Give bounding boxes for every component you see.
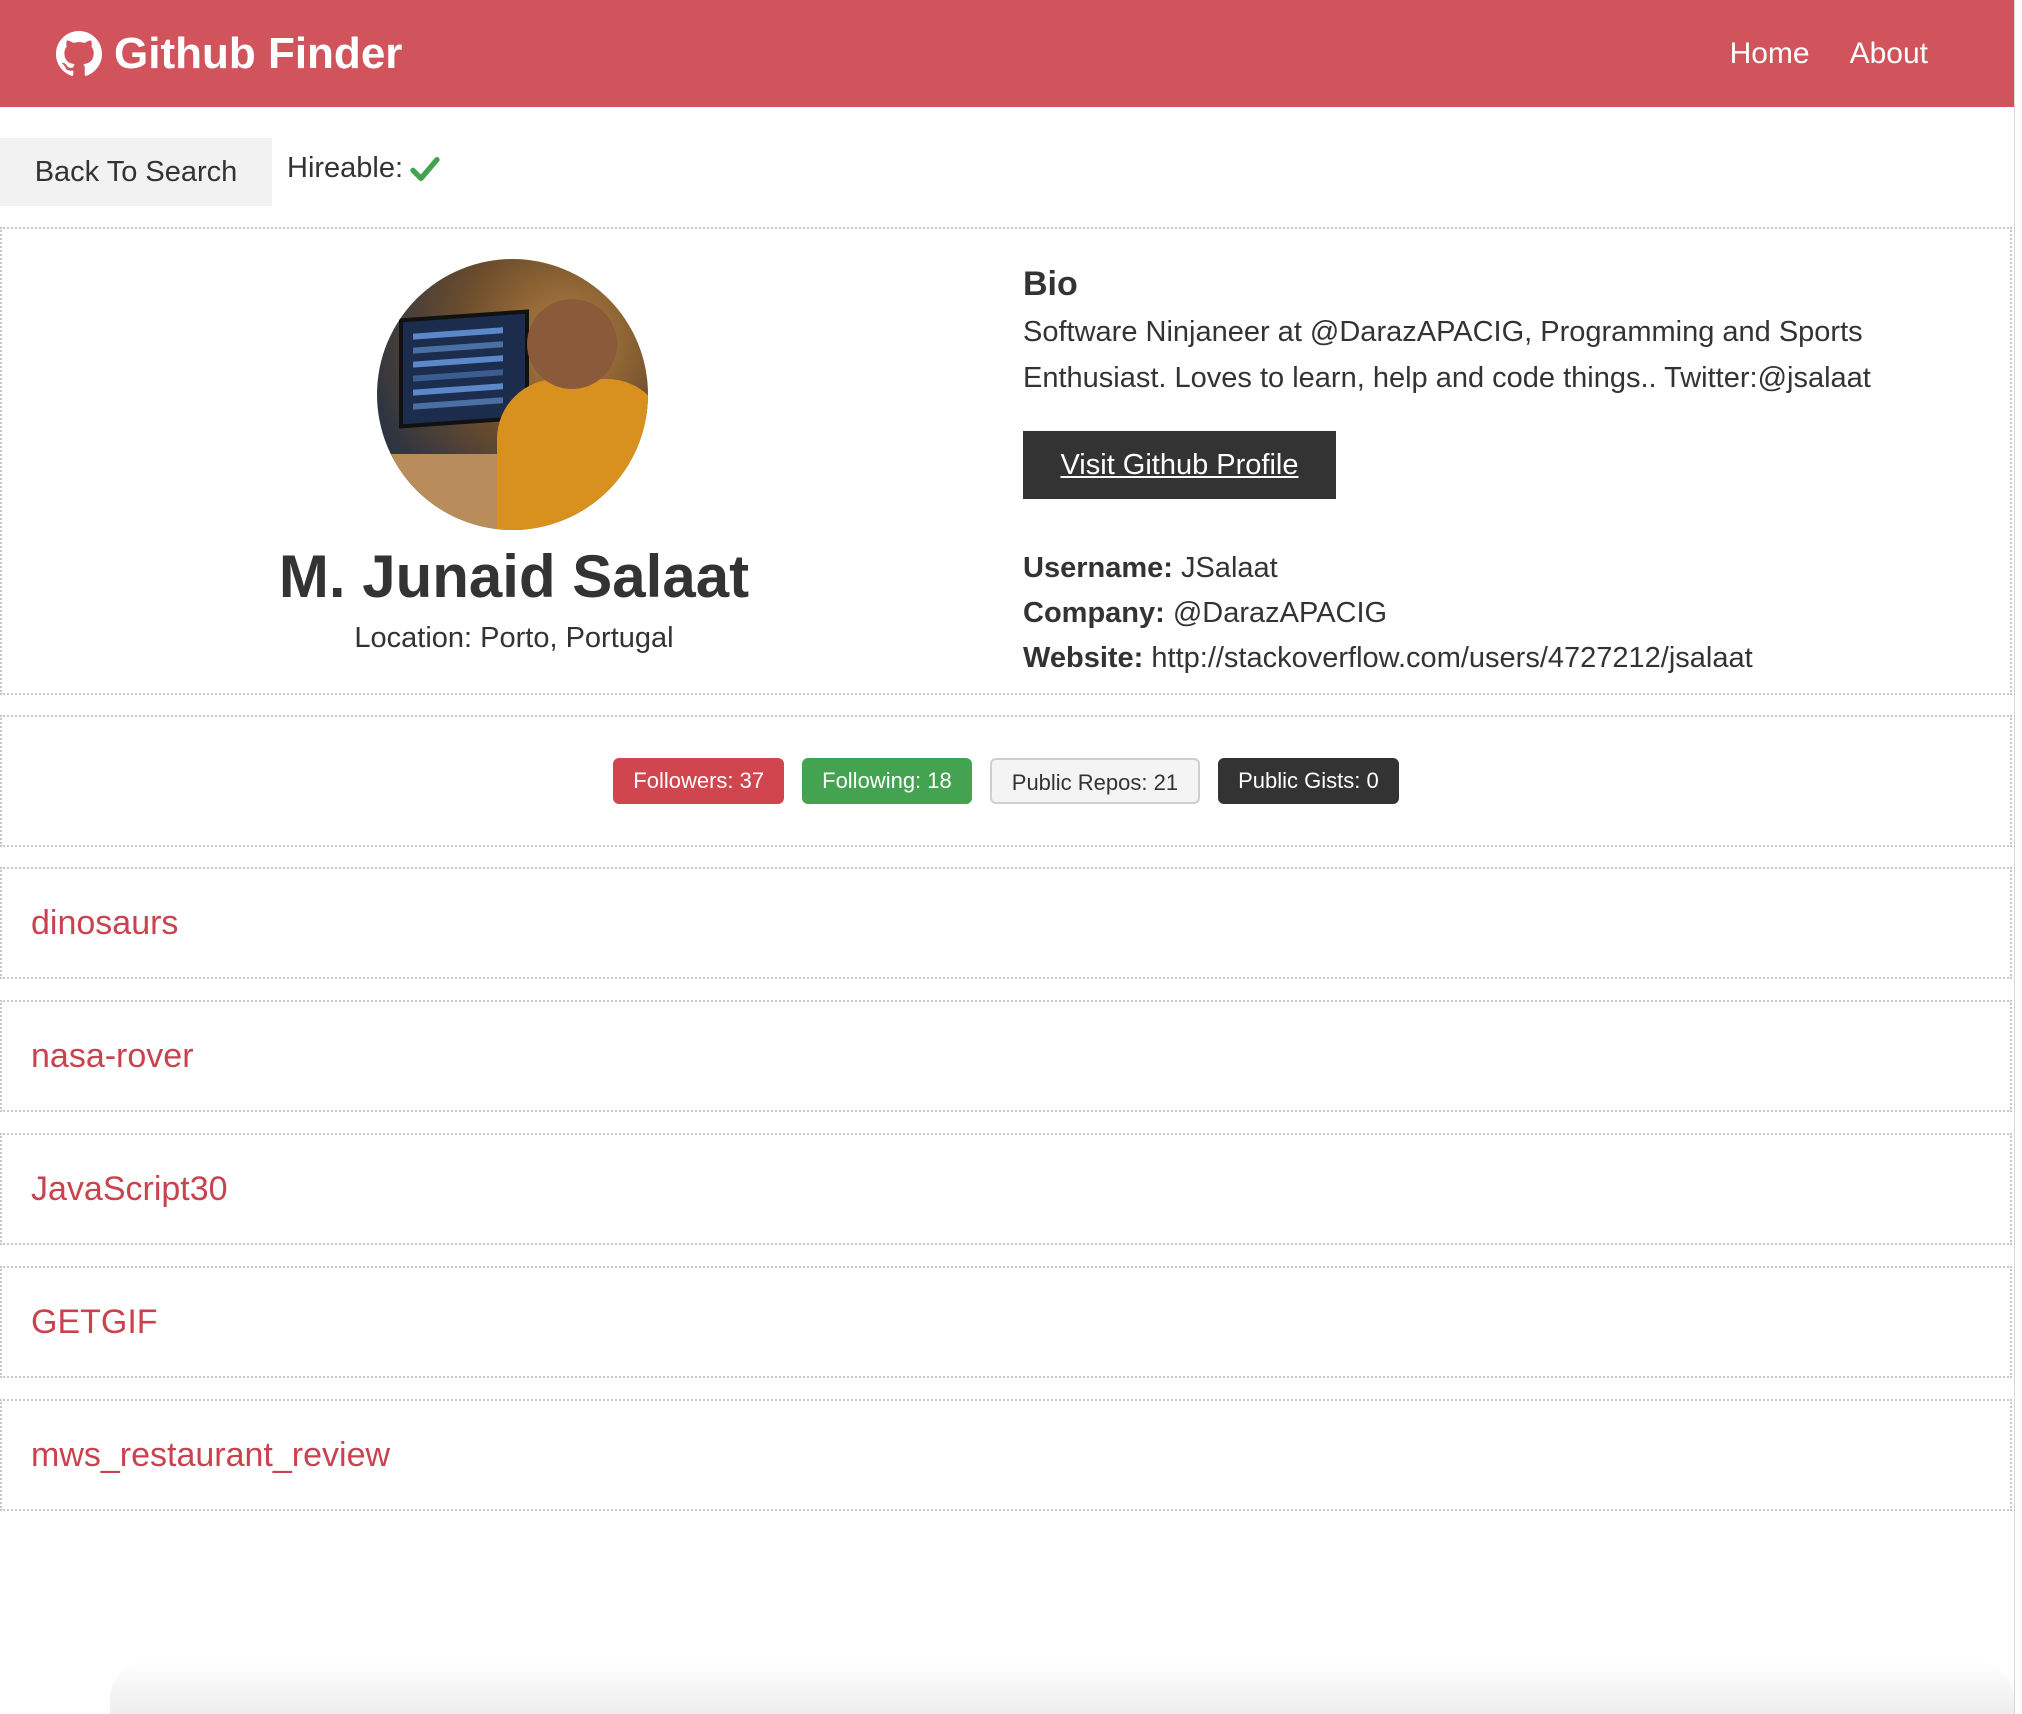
repo-item: mws_restaurant_review [0,1399,2012,1511]
repo-item: GETGIF [0,1266,2012,1378]
back-to-search-button[interactable]: Back To Search [0,138,272,206]
repo-link[interactable]: JavaScript30 [31,1135,228,1243]
username-value: JSalaat [1180,552,1278,584]
stats-card: Followers: 37 Following: 18 Public Repos… [0,715,2012,847]
bottom-shadow [110,1660,2014,1714]
check-icon [409,153,441,185]
github-icon [56,30,102,77]
window-edge [2014,0,2022,1714]
visit-github-profile-button[interactable]: Visit Github Profile [1023,431,1336,499]
public-gists-badge: Public Gists: 0 [1218,758,1399,804]
website-line: Website: http://stackoverflow.com/users/… [1023,642,1753,675]
avatar [377,259,648,530]
following-badge: Following: 18 [802,758,972,804]
followers-badge: Followers: 37 [613,758,785,804]
brand[interactable]: Github Finder [56,29,402,79]
repo-item: JavaScript30 [0,1133,2012,1245]
username-label: Username: [1023,552,1173,584]
hireable-label: Hireable: [287,152,404,184]
company-line: Company: @DarazAPACIG [1023,597,1387,630]
company-value: @DarazAPACIG [1172,597,1388,629]
navbar: Github Finder Home About [0,0,2014,107]
nav-links: Home About [1730,37,1928,71]
brand-title: Github Finder [114,28,403,78]
website-value[interactable]: http://stackoverflow.com/users/4727212/j… [1151,642,1752,674]
profile-name: M. Junaid Salaat [278,543,750,610]
nav-about-link[interactable]: About [1850,37,1928,71]
repo-link[interactable]: GETGIF [31,1268,158,1376]
bio-heading: Bio [1023,265,1078,303]
bio-text: Software Ninjaneer at @DarazAPACIG, Prog… [1023,316,1871,394]
repo-item: dinosaurs [0,867,2012,979]
hireable-status: Hireable: [287,152,441,185]
public-repos-badge: Public Repos: 21 [989,758,1201,804]
repo-item: nasa-rover [0,1000,2012,1112]
profile-card: M. Junaid Salaat Location: Porto, Portug… [0,227,2012,695]
repo-link[interactable]: nasa-rover [31,1002,194,1110]
username-line: Username: JSalaat [1023,552,1278,585]
repo-link[interactable]: mws_restaurant_review [31,1401,390,1509]
nav-home-link[interactable]: Home [1730,37,1810,71]
profile-location: Location: Porto, Portugal [354,622,674,654]
repo-link[interactable]: dinosaurs [31,869,178,977]
company-label: Company: [1023,597,1165,629]
website-label: Website: [1023,642,1144,674]
